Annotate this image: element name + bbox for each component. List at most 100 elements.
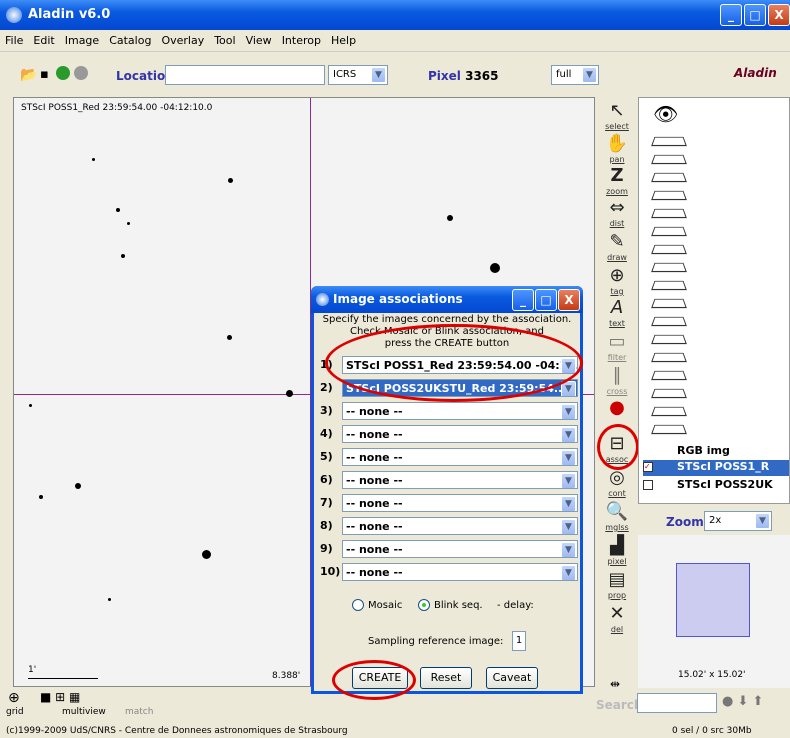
star	[29, 404, 32, 407]
stack-item-label: RGB img	[677, 444, 730, 457]
dialog-maximize-button[interactable]: □	[535, 289, 557, 311]
image-select-value: -- none --	[346, 543, 403, 556]
sampling-input[interactable]: 1	[512, 631, 526, 651]
plane-slot	[651, 226, 687, 237]
search-input[interactable]	[637, 693, 717, 713]
plane-slot	[651, 280, 687, 291]
image-select-9[interactable]: -- none -- ▼	[342, 540, 578, 558]
plane-slot	[651, 136, 687, 147]
delay-label: - delay:	[497, 600, 534, 611]
plane-slot	[651, 370, 687, 381]
image-select-value: -- none --	[346, 566, 403, 579]
tool-del[interactable]: ✕ del	[600, 603, 634, 643]
row-number: 5)	[320, 450, 333, 463]
stack-checkbox[interactable]	[643, 480, 653, 490]
image-select-8[interactable]: -- none -- ▼	[342, 517, 578, 535]
tool-filter-label: filter	[607, 353, 627, 362]
save-icon[interactable]: ▪	[40, 67, 49, 82]
search-nav-icons[interactable]: ● ⬇ ⬆	[722, 694, 763, 709]
plane-slot	[651, 316, 687, 327]
zoom-z-icon: Z	[610, 165, 624, 186]
maximize-button[interactable]: □	[744, 4, 766, 26]
stack-checkbox-checked[interactable]: ✓	[643, 462, 653, 472]
tool-select-label: select	[605, 122, 629, 131]
chevron-down-icon: ▼	[582, 67, 597, 83]
reset-button[interactable]: Reset	[420, 667, 472, 689]
chevron-down-icon: ▼	[561, 542, 576, 557]
status-text: 0 sel / 0 src 30Mb	[672, 726, 752, 736]
menu-tool[interactable]: Tool	[209, 30, 240, 47]
tool-text-label: text	[609, 319, 625, 328]
blink-label: Blink seq.	[434, 600, 483, 611]
minimize-button[interactable]: _	[720, 4, 742, 26]
image-select-3[interactable]: -- none -- ▼	[342, 402, 578, 420]
go-icon[interactable]	[56, 66, 70, 80]
image-select-value: -- none --	[346, 497, 403, 510]
mosaic-radio[interactable]	[352, 599, 364, 611]
row-number: 7)	[320, 496, 333, 509]
menu-bar: File Edit Image Catalog Overlay Tool View Inter…	[0, 30, 790, 52]
zoom-select[interactable]: 2x ▼	[704, 511, 772, 531]
menu-help[interactable]: Help	[326, 30, 361, 47]
stack-item-poss1[interactable]: STScI POSS1_R	[643, 460, 789, 476]
menu-interop[interactable]: Interop	[277, 30, 326, 47]
zoom-preview[interactable]: 15.02' x 15.02'	[638, 535, 790, 688]
tool-tag-label: tag	[610, 287, 624, 296]
dialog-minimize-button[interactable]: _	[512, 289, 534, 311]
image-select-6[interactable]: -- none -- ▼	[342, 471, 578, 489]
close-button[interactable]: X	[768, 4, 790, 26]
menu-image[interactable]: Image	[60, 30, 104, 47]
dialog-close-button[interactable]: X	[558, 289, 580, 311]
tool-panel: ↖ select ✋ pan Zzoom ⇔ dist ✎ draw ⊕ tag Atex…	[598, 97, 636, 691]
plane-slot	[651, 190, 687, 201]
row-number: 9)	[320, 542, 333, 555]
image-select-10[interactable]: -- none -- ▼	[342, 563, 578, 581]
star	[202, 550, 211, 559]
eye-icon[interactable]: 👁	[653, 102, 678, 126]
sampling-label: Sampling reference image:	[368, 636, 504, 647]
chevron-down-icon: ▼	[561, 473, 576, 488]
frame-select[interactable]: ICRS ▼	[328, 65, 388, 85]
row-number: 10)	[320, 565, 341, 578]
caveat-button[interactable]: Caveat	[486, 667, 538, 689]
rgb-icon: ●	[609, 397, 625, 418]
stack-item-rgb[interactable]: RGB img	[653, 444, 789, 460]
menu-overlay[interactable]: Overlay	[156, 30, 209, 47]
magnifier-icon: 🔍	[605, 501, 629, 522]
pixel-mode-select[interactable]: full ▼	[551, 65, 599, 85]
scale-label: 1'	[28, 665, 37, 675]
window-title: Aladin v6.0	[28, 7, 111, 22]
toolbar: 📂 ▪ Location ICRS ▼ Pixel 3365 full ▼ Alad…	[0, 52, 790, 96]
menu-edit[interactable]: Edit	[28, 30, 59, 47]
location-input[interactable]	[165, 65, 325, 85]
open-icon[interactable]: 📂	[20, 67, 37, 83]
copyright-text: (c)1999-2009 UdS/CNRS - Centre de Donnee…	[6, 726, 348, 736]
pixel-icon: ▟	[610, 535, 624, 556]
star	[39, 495, 43, 499]
multiview-icon[interactable]: ■ ⊞ ▦	[40, 690, 80, 704]
pencil-icon: ✎	[609, 231, 625, 252]
chevron-down-icon: ▼	[561, 565, 576, 580]
grid-icon[interactable]: ⊕	[8, 690, 20, 706]
menu-catalog[interactable]: Catalog	[104, 30, 156, 47]
plane-slot	[651, 298, 687, 309]
star	[286, 390, 293, 397]
menu-view[interactable]: View	[241, 30, 277, 47]
plane-stack: 👁 RGB img STScI POSS1_R ✓ STScI POSS2UK	[638, 97, 790, 504]
plane-slot	[651, 334, 687, 345]
chevron-down-icon: ▼	[561, 404, 576, 419]
blink-radio[interactable]	[418, 599, 430, 611]
image-select-7[interactable]: -- none -- ▼	[342, 494, 578, 512]
match-label[interactable]: match	[125, 707, 153, 717]
image-select-5[interactable]: -- none -- ▼	[342, 448, 578, 466]
image-select-value: -- none --	[346, 428, 403, 441]
star	[116, 208, 120, 212]
image-select-4[interactable]: -- none -- ▼	[342, 425, 578, 443]
fov-label: 8.388'	[272, 671, 301, 681]
chevron-down-icon: ▼	[561, 519, 576, 534]
mosaic-label: Mosaic	[368, 600, 403, 611]
stack-item-poss2[interactable]: STScI POSS2UK	[643, 478, 789, 494]
stop-icon[interactable]	[74, 66, 88, 80]
menu-file[interactable]: File	[0, 30, 28, 47]
plane-slot	[651, 244, 687, 255]
